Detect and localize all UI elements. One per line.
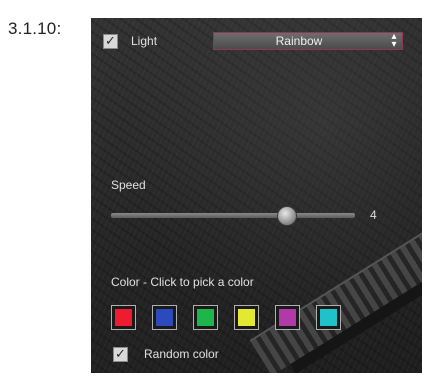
checkmark-icon: ✓ <box>105 34 116 49</box>
light-label: Light <box>131 34 158 48</box>
speed-label: Speed <box>111 178 146 192</box>
color-swatch-fill <box>238 309 255 326</box>
color-swatch-red[interactable] <box>111 305 136 330</box>
speed-slider-track[interactable] <box>111 213 355 218</box>
color-swatch-yellow[interactable] <box>234 305 259 330</box>
color-swatch-cyan[interactable] <box>316 305 341 330</box>
light-settings-panel: ✓ Light Rainbow ▴ ▾ Speed 4 Color - Click… <box>91 18 422 373</box>
color-swatch-fill <box>115 309 132 326</box>
color-swatch-fill <box>279 309 296 326</box>
color-swatch-fill <box>156 309 173 326</box>
effect-dropdown-value: Rainbow <box>275 34 323 48</box>
color-label: Color - Click to pick a color <box>111 275 254 289</box>
color-swatch-green[interactable] <box>193 305 218 330</box>
speed-slider-thumb[interactable] <box>276 206 297 226</box>
random-color-label: Random color <box>144 347 219 361</box>
speed-value: 4 <box>370 208 377 222</box>
light-checkbox[interactable]: ✓ <box>103 34 118 49</box>
step-label: 3.1.10: <box>8 19 62 38</box>
random-color-checkbox[interactable]: ✓ <box>113 347 128 362</box>
up-down-arrows-icon[interactable]: ▴ ▾ <box>389 32 399 50</box>
effect-dropdown[interactable]: Rainbow ▴ ▾ <box>213 32 403 50</box>
color-swatch-blue[interactable] <box>152 305 177 330</box>
color-swatch-fill <box>197 309 214 326</box>
color-swatch-purple[interactable] <box>275 305 300 330</box>
color-swatch-fill <box>320 309 337 326</box>
checkmark-icon: ✓ <box>115 347 126 362</box>
